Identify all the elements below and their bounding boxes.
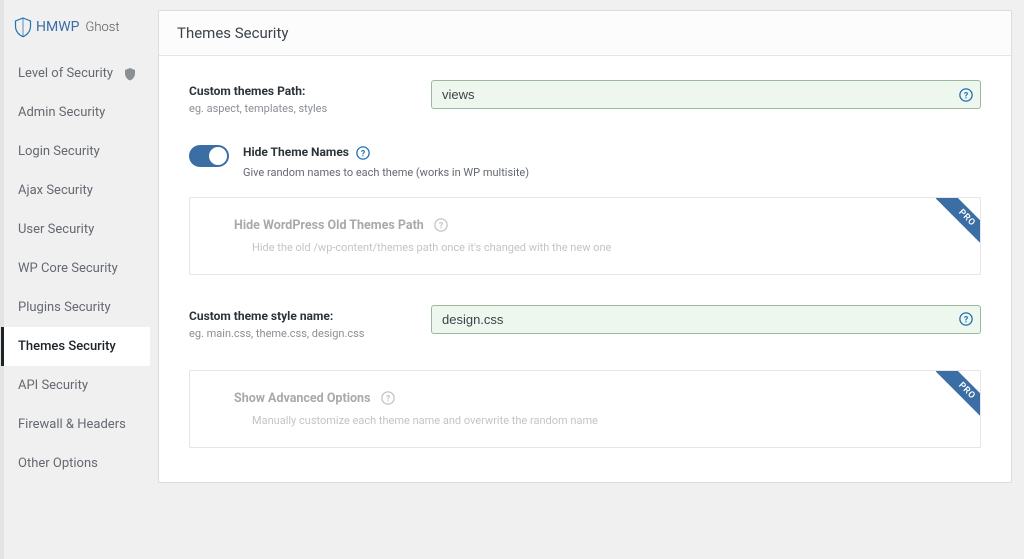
help-icon: ?	[381, 391, 395, 405]
sidebar-item-login[interactable]: Login Security	[4, 132, 150, 171]
pro-hint: Manually customize each theme name and o…	[234, 414, 956, 427]
panel-title: Themes Security	[159, 11, 1011, 56]
sidebar-item-themes[interactable]: Themes Security	[1, 327, 150, 366]
shield-logo-icon	[14, 16, 32, 38]
brand-logo: HMWP Ghost	[4, 8, 150, 54]
field-label: Custom theme style name:	[189, 309, 419, 323]
pro-label: Hide WordPress Old Themes Path	[234, 218, 424, 233]
themes-security-panel: Themes Security Custom themes Path: eg. …	[158, 10, 1012, 483]
sidebar-item-label: Other Options	[18, 456, 98, 471]
svg-text:?: ?	[361, 149, 366, 159]
sidebar-item-label: API Security	[18, 378, 88, 393]
sidebar-item-api[interactable]: API Security	[4, 366, 150, 405]
sidebar-item-admin[interactable]: Admin Security	[4, 93, 150, 132]
brand-suffix: Ghost	[85, 20, 119, 35]
help-icon[interactable]: ?	[959, 88, 973, 102]
sidebar-item-label: Firewall & Headers	[18, 417, 126, 432]
sidebar-item-label: Login Security	[18, 144, 100, 159]
sidebar-item-other[interactable]: Other Options	[4, 444, 150, 483]
sidebar: HMWP Ghost Level of Security Admin Secur…	[0, 0, 150, 559]
sidebar-item-label: Plugins Security	[18, 300, 111, 315]
sidebar-item-user[interactable]: User Security	[4, 210, 150, 249]
sidebar-item-label: Themes Security	[18, 339, 116, 354]
svg-text:?: ?	[385, 395, 390, 405]
help-icon[interactable]: ?	[356, 146, 370, 160]
sidebar-item-label: User Security	[18, 222, 94, 237]
themes-path-input[interactable]	[431, 80, 981, 109]
help-icon[interactable]: ?	[959, 312, 973, 326]
sidebar-item-level[interactable]: Level of Security	[4, 54, 150, 93]
sidebar-item-plugins[interactable]: Plugins Security	[4, 288, 150, 327]
toggle-label: Hide Theme Names	[243, 145, 349, 159]
sidebar-item-label: WP Core Security	[18, 261, 118, 276]
toggle-hint: Give random names to each theme (works i…	[243, 166, 529, 179]
hide-theme-names-row: Hide Theme Names ? Give random names to …	[159, 145, 1011, 197]
sidebar-item-label: Admin Security	[18, 105, 105, 120]
style-name-input[interactable]	[431, 305, 981, 334]
svg-text:?: ?	[964, 316, 969, 326]
svg-text:?: ?	[439, 222, 444, 232]
sidebar-item-firewall[interactable]: Firewall & Headers	[4, 405, 150, 444]
svg-text:?: ?	[964, 91, 969, 101]
field-hint: eg. aspect, templates, styles	[189, 102, 419, 115]
brand-name: HMWP	[36, 19, 79, 35]
pro-label: Show Advanced Options	[234, 391, 371, 406]
field-hint: eg. main.css, theme.css, design.css	[189, 327, 419, 340]
advanced-options-card: Show Advanced Options ? Manually customi…	[189, 370, 981, 448]
sidebar-item-wpcore[interactable]: WP Core Security	[4, 249, 150, 288]
sidebar-item-label: Ajax Security	[18, 183, 93, 198]
main-content: Themes Security Custom themes Path: eg. …	[150, 0, 1024, 559]
custom-themes-path-row: Custom themes Path: eg. aspect, template…	[189, 80, 981, 115]
sidebar-item-ajax[interactable]: Ajax Security	[4, 171, 150, 210]
field-label: Custom themes Path:	[189, 84, 419, 98]
shield-icon	[124, 67, 136, 81]
theme-style-name-row: Custom theme style name: eg. main.css, t…	[189, 305, 981, 340]
pro-hint: Hide the old /wp-content/themes path onc…	[234, 241, 956, 254]
sidebar-item-label: Level of Security	[18, 66, 113, 81]
help-icon: ?	[434, 218, 448, 232]
hide-old-path-card: Hide WordPress Old Themes Path ? Hide th…	[189, 197, 981, 275]
hide-theme-names-toggle[interactable]	[189, 145, 229, 167]
